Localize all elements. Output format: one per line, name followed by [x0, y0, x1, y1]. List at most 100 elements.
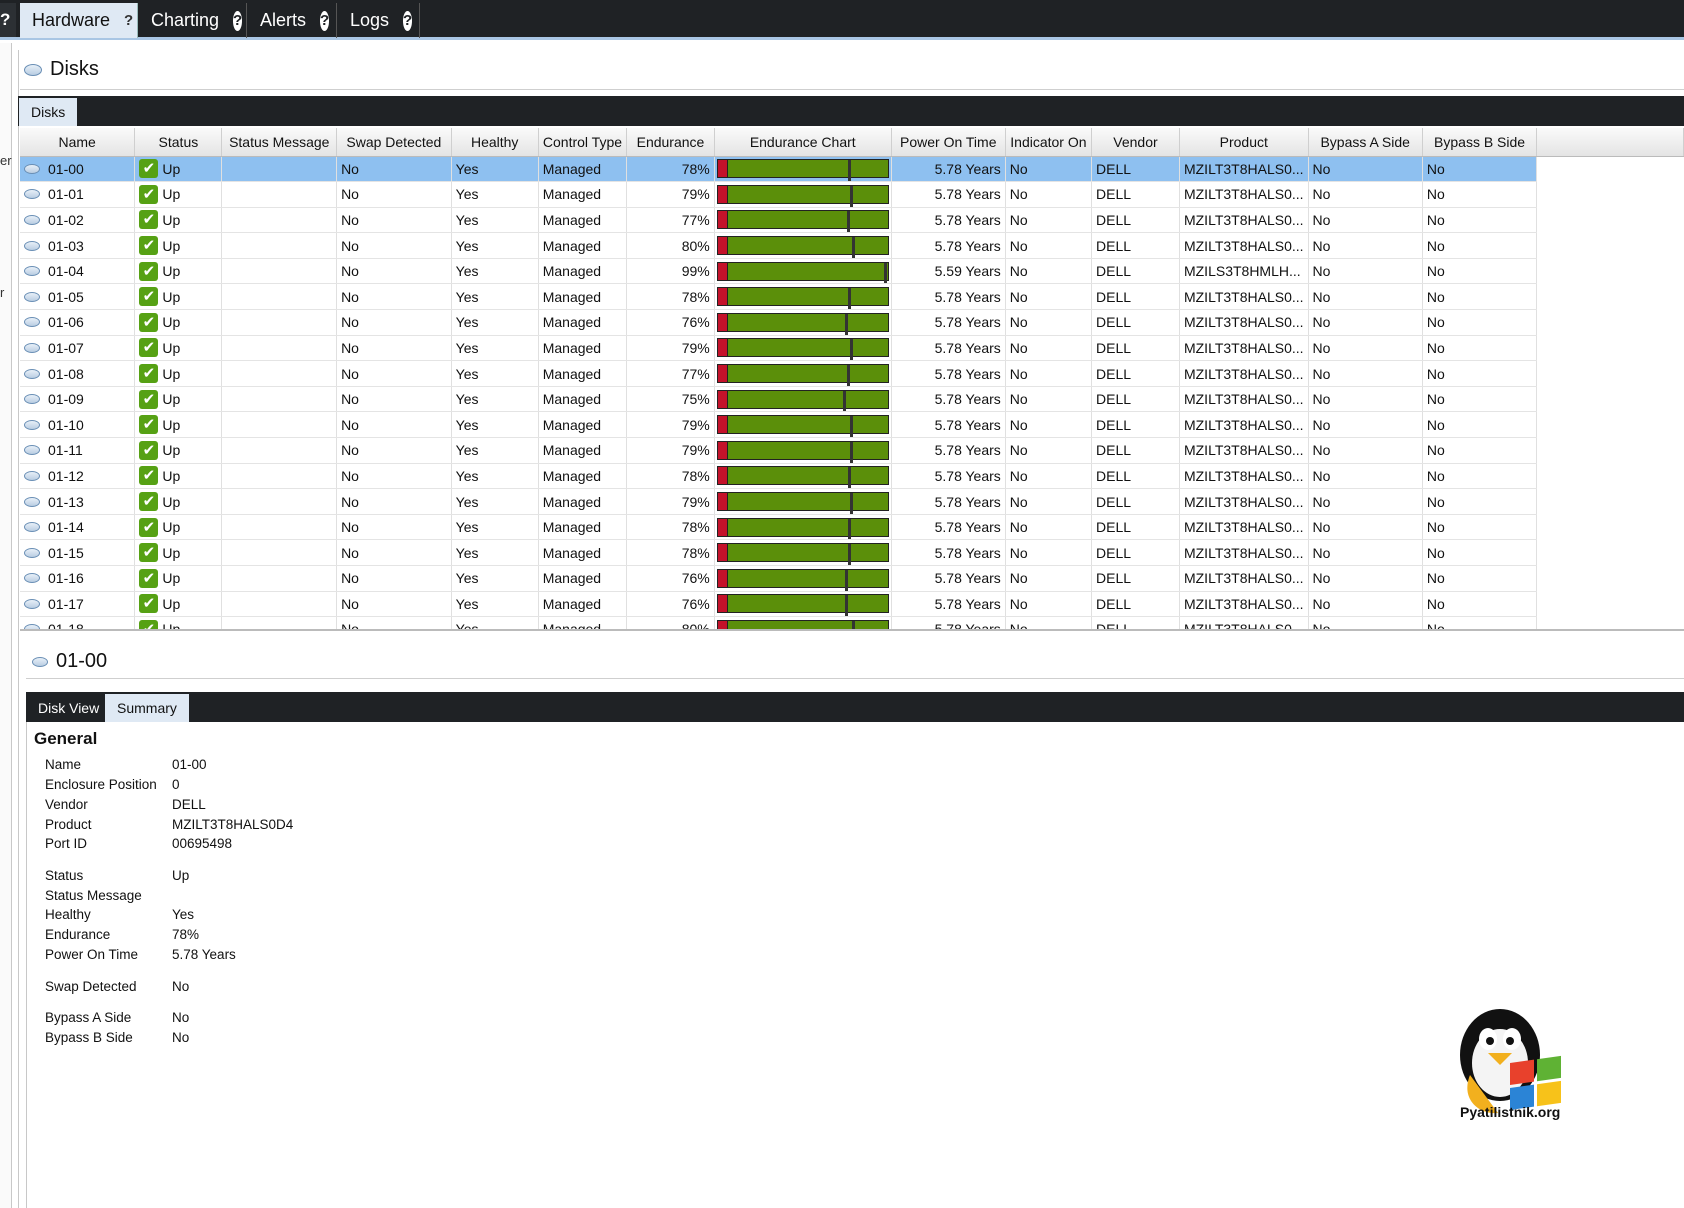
cell-healthy: Yes	[451, 463, 539, 490]
disk-icon	[24, 163, 40, 174]
disk-name: 01-03	[48, 237, 84, 254]
cell-bypass-b: No	[1422, 232, 1538, 259]
table-row[interactable]: 01-00 ✔ Up No Yes Managed 78% 5.78 Years No DELL M…	[20, 156, 1684, 183]
column-header[interactable]: Indicator On	[1005, 128, 1093, 157]
cell-indicator: No	[1005, 616, 1093, 629]
help-icon[interactable]: ?	[320, 10, 330, 31]
property-value: 00695498	[172, 836, 233, 851]
cell-status: ✔ Up	[134, 437, 223, 464]
cell-product: MZILS3T8HMLH...	[1179, 258, 1309, 285]
tab-hardware[interactable]: Hardware ?	[20, 3, 138, 38]
column-header[interactable]: Healthy	[451, 128, 539, 157]
disk-name: 01-10	[48, 416, 84, 433]
table-row[interactable]: 01-17 ✔ Up No Yes Managed 76% 5.78 Years No DELL M…	[20, 591, 1684, 618]
tab-summary[interactable]: Summary	[105, 694, 189, 722]
sidebar-clipped-text: r	[0, 285, 5, 300]
help-icon[interactable]: ?	[0, 3, 16, 37]
column-header[interactable]: Power On Time	[891, 128, 1006, 157]
help-icon[interactable]: ?	[233, 10, 243, 31]
cell-bypass-a: No	[1308, 616, 1423, 629]
cell-swap: No	[336, 565, 452, 592]
cell-endurance: 76%	[626, 591, 715, 618]
cell-swap: No	[336, 181, 452, 208]
property-label: Status	[45, 868, 84, 883]
tab-disks[interactable]: Disks	[19, 98, 78, 126]
endurance-bar	[716, 568, 889, 591]
column-header[interactable]: Product	[1179, 128, 1309, 157]
help-icon[interactable]: ?	[403, 10, 413, 31]
cell-swap: No	[336, 411, 452, 439]
column-header[interactable]: Bypass B Side	[1422, 128, 1538, 157]
left-sidebar-edge[interactable]: er r	[0, 43, 12, 1208]
table-row[interactable]: 01-12 ✔ Up No Yes Managed 78% 5.78 Years No DELL M…	[20, 463, 1684, 490]
table-row[interactable]: 01-05 ✔ Up No Yes Managed 78% 5.78 Years No DELL M…	[20, 283, 1684, 311]
cell-bypass-b: No	[1422, 360, 1538, 387]
cell-endurance-chart	[714, 411, 892, 439]
table-row[interactable]: 01-13 ✔ Up No Yes Managed 79% 5.78 Years No DELL M…	[20, 488, 1684, 515]
tab-disk-view[interactable]: Disk View	[26, 694, 111, 722]
column-header[interactable]: Swap Detected	[336, 128, 452, 157]
cell-bypass-b: No	[1422, 616, 1538, 629]
endurance-bar	[716, 389, 889, 411]
endurance-bar-used	[717, 211, 728, 229]
column-header[interactable]: Status Message	[221, 128, 338, 157]
column-header[interactable]: Status	[134, 128, 223, 157]
table-row[interactable]: 01-02 ✔ Up No Yes Managed 77% 5.78 Years No DELL M…	[20, 207, 1684, 234]
cell-healthy: Yes	[451, 591, 539, 618]
cell-product: MZILT3T8HALS0...	[1179, 386, 1309, 413]
cell-endurance: 80%	[626, 616, 715, 629]
tab-logs[interactable]: Logs ?	[338, 3, 420, 38]
property-label: Bypass A Side	[45, 1010, 132, 1025]
table-row[interactable]: 01-06 ✔ Up No Yes Managed 76% 5.78 Years No DELL M…	[20, 309, 1684, 336]
column-header[interactable]: Bypass A Side	[1308, 128, 1423, 157]
column-header[interactable]: Vendor	[1091, 128, 1180, 157]
endurance-bar-used	[717, 185, 728, 203]
cell-filler	[1536, 539, 1684, 566]
table-row[interactable]: 01-14 ✔ Up No Yes Managed 78% 5.78 Years No DELL M…	[20, 514, 1684, 541]
cell-power: 5.78 Years	[891, 539, 1006, 566]
cell-name: 01-13	[20, 488, 136, 515]
column-header[interactable]: Control Type	[538, 128, 628, 157]
cell-control: Managed	[538, 283, 628, 311]
cell-vendor: DELL	[1091, 156, 1180, 183]
table-row[interactable]: 01-11 ✔ Up No Yes Managed 79% 5.78 Years No DELL M…	[20, 437, 1684, 464]
table-row[interactable]: 01-08 ✔ Up No Yes Managed 77% 5.78 Years No DELL M…	[20, 360, 1684, 387]
table-row[interactable]: 01-09 ✔ Up No Yes Managed 75% 5.78 Years No DELL M…	[20, 386, 1684, 413]
cell-vendor: DELL	[1091, 591, 1180, 618]
cell-msg	[221, 156, 338, 183]
column-header[interactable]: Endurance	[626, 128, 715, 157]
disk-icon	[24, 573, 40, 584]
column-header[interactable]: Endurance Chart	[714, 128, 892, 157]
table-row[interactable]: 01-15 ✔ Up No Yes Managed 78% 5.78 Years No DELL M…	[20, 539, 1684, 566]
tab-charting[interactable]: Charting ?	[139, 3, 247, 38]
check-icon: ✔	[139, 159, 159, 179]
cell-power: 5.78 Years	[891, 463, 1006, 490]
table-row[interactable]: 01-01 ✔ Up No Yes Managed 79% 5.78 Years No DELL M…	[20, 181, 1684, 208]
endurance-bar-marker	[844, 569, 848, 591]
help-icon[interactable]: ?	[124, 11, 133, 31]
table-row[interactable]: 01-18 ✔ Up No Yes Managed 80% 5.78 Years No DELL M…	[20, 616, 1684, 629]
tab-label: Logs	[350, 10, 390, 30]
cell-product: MZILT3T8HALS0...	[1179, 565, 1309, 592]
table-row[interactable]: 01-03 ✔ Up No Yes Managed 80% 5.78 Years No DELL M…	[20, 232, 1684, 259]
table-row[interactable]: 01-07 ✔ Up No Yes Managed 79% 5.78 Years No DELL M…	[20, 335, 1684, 362]
tab-alerts[interactable]: Alerts ?	[248, 3, 337, 38]
table-row[interactable]: 01-04 ✔ Up No Yes Managed 99% 5.59 Years No DELL M…	[20, 258, 1684, 285]
endurance-bar-marker	[848, 518, 852, 539]
cell-filler	[1536, 283, 1684, 310]
cell-endurance: 78%	[626, 514, 715, 541]
cell-vendor: DELL	[1091, 360, 1180, 387]
cell-swap: No	[336, 463, 452, 490]
table-row[interactable]: 01-10 ✔ Up No Yes Managed 79% 5.78 Years No DELL M…	[20, 411, 1684, 439]
cell-msg	[221, 181, 338, 208]
column-header[interactable]: Name	[20, 128, 136, 157]
cell-name: 01-04	[20, 258, 136, 285]
check-icon: ✔	[139, 466, 159, 486]
table-row[interactable]: 01-16 ✔ Up No Yes Managed 76% 5.78 Years No DELL M…	[20, 565, 1684, 592]
cell-bypass-b: No	[1422, 386, 1538, 413]
watermark-text: Pyatilistnik.org	[1460, 1104, 1561, 1120]
cell-healthy: Yes	[451, 437, 539, 464]
cell-control: Managed	[538, 488, 628, 515]
disks-title: Disks	[24, 58, 99, 81]
cell-msg	[221, 514, 338, 541]
